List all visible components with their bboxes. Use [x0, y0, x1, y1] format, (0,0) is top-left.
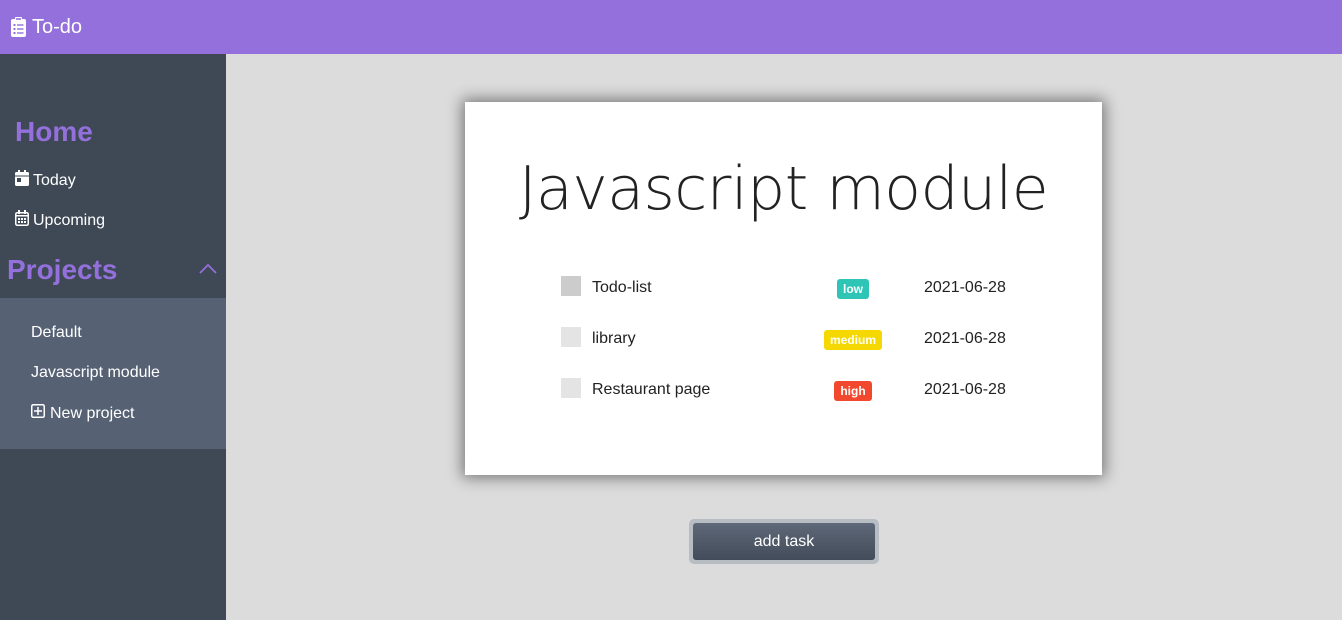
task-name[interactable]: Todo-list	[592, 279, 652, 297]
task-date: 2021-06-28	[924, 381, 1006, 398]
project-label: Default	[31, 324, 82, 341]
home-heading[interactable]: Home	[15, 116, 93, 148]
task-checkbox[interactable]	[561, 327, 581, 347]
add-task-button[interactable]: add task	[693, 523, 875, 560]
priority-cell: high	[803, 381, 903, 401]
task-date: 2021-06-28	[924, 279, 1006, 296]
app-brand[interactable]: To-do	[11, 16, 82, 39]
chevron-up-icon[interactable]	[196, 260, 220, 278]
priority-cell: low	[803, 279, 903, 299]
task-date: 2021-06-28	[924, 330, 1006, 347]
project-label: Javascript module	[31, 364, 160, 381]
top-bar: To-do	[0, 0, 1342, 54]
priority-badge: medium	[823, 330, 882, 350]
task-row: library medium 2021-06-28	[561, 327, 1021, 351]
projects-list: Default Javascript module New project	[0, 298, 226, 449]
task-row: Todo-list low 2021-06-28	[561, 276, 1021, 300]
new-project-label: New project	[50, 404, 135, 422]
task-checkbox[interactable]	[561, 276, 581, 296]
app-title: To-do	[32, 15, 83, 38]
sidebar-item-label: Today	[33, 171, 76, 189]
projects-heading: Projects	[7, 254, 118, 285]
sidebar: Home Today Upcoming Projects Default Jav…	[0, 54, 226, 620]
clipboard-list-icon	[11, 17, 26, 37]
sidebar-item-label: Upcoming	[33, 211, 106, 229]
task-name[interactable]: library	[592, 330, 636, 348]
task-name[interactable]: Restaurant page	[592, 381, 710, 399]
sidebar-item-today[interactable]: Today	[15, 170, 76, 191]
task-checkbox[interactable]	[561, 378, 581, 398]
new-project-button[interactable]: New project	[31, 404, 134, 423]
task-row: Restaurant page high 2021-06-28	[561, 378, 1021, 402]
priority-badge: low	[837, 279, 869, 299]
priority-cell: medium	[803, 330, 903, 350]
project-item-default[interactable]: Default	[31, 324, 82, 342]
priority-badge: high	[834, 381, 872, 401]
project-item-javascript-module[interactable]: Javascript module	[31, 364, 160, 382]
project-card: Javascript module Todo-list low 2021-06-…	[465, 102, 1102, 475]
sidebar-item-upcoming[interactable]: Upcoming	[15, 210, 105, 231]
project-title: Javascript module	[518, 154, 1049, 224]
plus-square-icon	[31, 404, 50, 423]
calendar-week-icon	[15, 210, 33, 231]
add-task-button-frame: add task	[689, 519, 879, 564]
calendar-day-icon	[15, 170, 33, 191]
